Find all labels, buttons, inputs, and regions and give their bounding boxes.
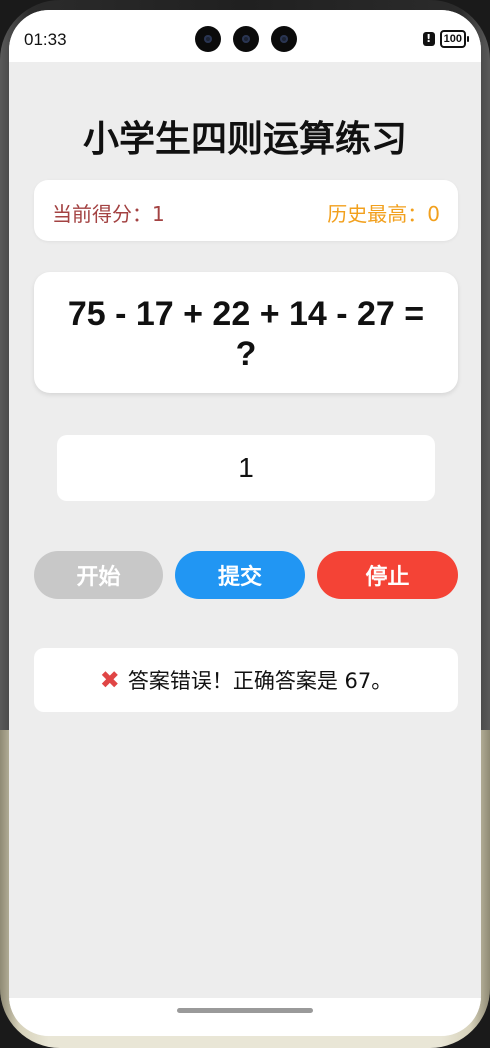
status-icons: ! 100 — [422, 30, 470, 48]
status-bar: 01:33 ! 100 — [9, 10, 481, 62]
stop-button[interactable]: 停止 — [317, 551, 458, 599]
answer-input[interactable] — [57, 435, 435, 501]
app-screen: 01:33 ! 100 小学生四则运算练习 当前得分：1 历史最高：0 75 -… — [9, 10, 481, 1036]
camera-lens-icon — [233, 26, 259, 52]
question-expression: 75 - 17 + 22 + 14 - 27 = ? — [67, 295, 425, 373]
submit-button[interactable]: 提交 — [175, 551, 305, 599]
navigation-bar — [9, 998, 481, 1036]
cross-mark-icon: ✖ — [99, 666, 120, 694]
current-score: 当前得分：1 — [52, 202, 165, 226]
page-title: 小学生四则运算练习 — [82, 119, 407, 160]
camera-lens-icon — [195, 26, 221, 52]
result-message: 答案错误！正确答案是 67。 — [127, 669, 393, 693]
alert-icon: ! — [422, 32, 435, 46]
battery-icon: 100 — [439, 30, 470, 48]
home-indicator[interactable] — [177, 1008, 313, 1013]
result-message-card: ✖ 答案错误！正确答案是 67。 — [34, 648, 458, 712]
status-time: 01:33 — [24, 30, 67, 49]
best-score: 历史最高：0 — [327, 202, 440, 226]
score-card: 当前得分：1 历史最高：0 — [34, 180, 458, 241]
question-card: 75 - 17 + 22 + 14 - 27 = ? — [34, 272, 458, 393]
camera-lens-icon — [271, 26, 297, 52]
start-button[interactable]: 开始 — [34, 551, 163, 599]
